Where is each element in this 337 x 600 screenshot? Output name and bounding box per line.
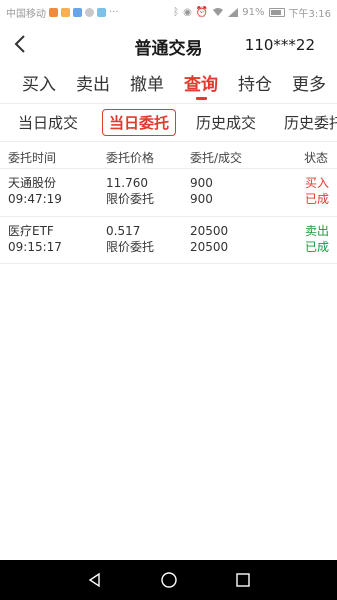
nav-home-button[interactable] <box>158 569 180 591</box>
divider <box>0 216 337 217</box>
tab-buy[interactable]: 买入 <box>22 70 56 95</box>
column-header-time: 委托时间 <box>8 151 57 165</box>
status-bar-right: ᛒ ◉ ⏰ 91% 下午3:16 <box>173 5 331 20</box>
order-price: 0.517 <box>106 224 141 238</box>
column-header-price: 委托价格 <box>106 151 155 165</box>
filled-quantity: 900 <box>190 192 213 206</box>
stock-name: 天通股份 <box>8 176 57 190</box>
order-status: 已成 <box>305 192 330 206</box>
status-bar-left: 中国移动 ··· <box>6 5 119 20</box>
nav-back-button[interactable] <box>84 569 106 591</box>
system-nav-bar <box>0 560 337 600</box>
app-notification-icon <box>73 8 82 17</box>
table-row[interactable]: 天通股份 09:47:19 11.760 限价委托 900 900 买入 已成 <box>0 174 337 220</box>
stock-name: 医疗ETF <box>8 224 54 238</box>
subtab-today-orders[interactable]: 当日委托 <box>102 109 177 136</box>
tab-query[interactable]: 查询 <box>184 70 218 95</box>
order-time: 09:15:17 <box>8 240 62 254</box>
app-notification-icon <box>49 8 58 17</box>
order-status: 已成 <box>305 240 330 254</box>
subtab-history-trades[interactable]: 历史成交 <box>196 112 256 133</box>
order-quantity: 20500 <box>190 224 229 238</box>
subtab-history-orders[interactable]: 历史委托 <box>284 112 337 133</box>
app-notification-icon <box>97 8 106 17</box>
account-number[interactable]: 110***22 <box>245 36 315 54</box>
carrier-label: 中国移动 <box>6 9 46 20</box>
signal-icon <box>228 8 239 17</box>
bluetooth-icon: ᛒ <box>173 6 180 18</box>
title-bar: 普通交易 110***22 <box>0 24 337 66</box>
filled-quantity: 20500 <box>190 240 229 254</box>
wifi-icon <box>213 8 224 16</box>
table-header: 委托时间 委托价格 委托/成交 状态 <box>0 142 337 168</box>
eye-icon: ◉ <box>183 6 192 18</box>
app-notification-icon <box>61 8 70 17</box>
price-type: 限价委托 <box>106 192 155 206</box>
tab-positions[interactable]: 持仓 <box>238 70 272 95</box>
nav-recents-button[interactable] <box>232 569 254 591</box>
tab-cancel[interactable]: 撤单 <box>130 70 164 95</box>
query-sub-tabs: 当日成交 当日委托 历史成交 历史委托 <box>0 104 337 140</box>
order-price: 11.760 <box>106 176 148 190</box>
divider <box>0 263 337 264</box>
battery-icon <box>268 8 285 17</box>
column-header-status: 状态 <box>304 151 329 165</box>
triangle-back-icon <box>88 572 100 588</box>
active-tab-indicator <box>196 97 207 100</box>
alarm-icon: ⏰ <box>195 6 209 18</box>
chat-icon <box>85 8 94 17</box>
circle-home-icon <box>161 572 177 588</box>
square-recents-icon <box>236 573 250 587</box>
main-tabs: 买入 卖出 撤单 查询 持仓 更多 <box>0 66 337 102</box>
more-notifications-dots: ··· <box>109 6 119 18</box>
order-side: 卖出 <box>305 224 330 238</box>
column-header-quantity: 委托/成交 <box>190 151 243 165</box>
clock: 下午3:16 <box>288 9 331 20</box>
order-time: 09:47:19 <box>8 192 62 206</box>
subtab-today-trades[interactable]: 当日成交 <box>18 112 78 133</box>
order-quantity: 900 <box>190 176 213 190</box>
table-row[interactable]: 医疗ETF 09:15:17 0.517 限价委托 20500 20500 卖出… <box>0 222 337 268</box>
order-side: 买入 <box>305 176 330 190</box>
status-bar: 中国移动 ··· ᛒ ◉ ⏰ 91% 下午3:16 <box>0 0 337 24</box>
tab-sell[interactable]: 卖出 <box>76 70 110 95</box>
tab-more[interactable]: 更多 <box>292 70 326 95</box>
divider <box>0 168 337 169</box>
battery-percent: 91% <box>242 7 265 18</box>
price-type: 限价委托 <box>106 240 155 254</box>
